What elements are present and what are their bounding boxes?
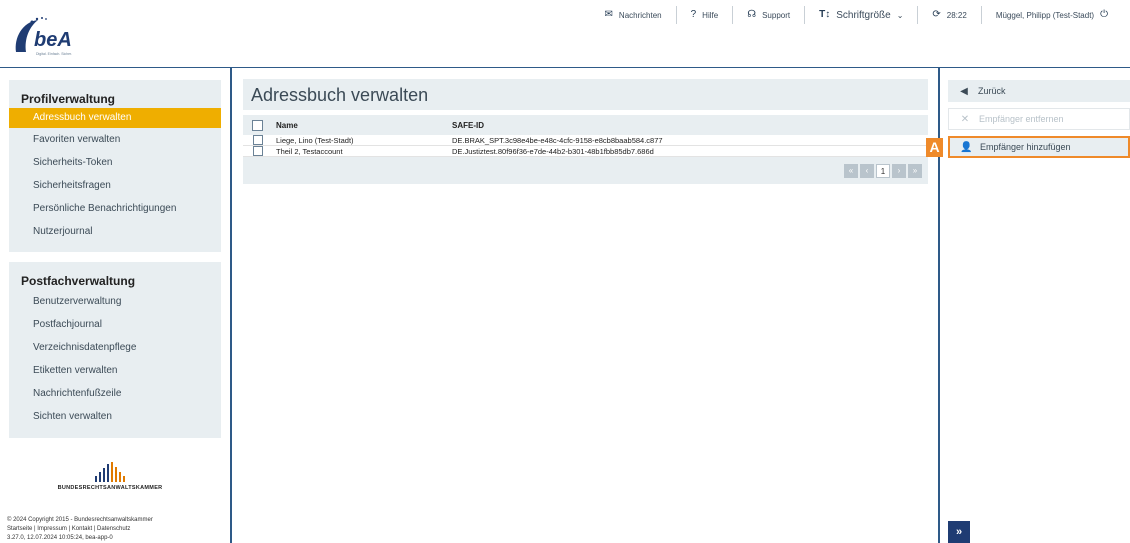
support-link[interactable]: ☊ Support bbox=[733, 6, 804, 24]
current-page[interactable]: 1 bbox=[876, 163, 890, 178]
postbox-panel: Postfachverwaltung Benutzerverwaltung Po… bbox=[9, 262, 221, 438]
headset-icon: ☊ bbox=[747, 9, 757, 20]
annotation-badge: A bbox=[926, 138, 943, 157]
row-name: Theil 2, Testaccount bbox=[276, 146, 343, 156]
row-safe-id: DE.BRAK_SPT.3c98e4be-e48c-4cfc-9158-e8cb… bbox=[452, 135, 663, 145]
sidebar-item-sichten[interactable]: Sichten verwalten bbox=[9, 405, 221, 428]
prev-page-button[interactable]: ‹ bbox=[860, 163, 874, 178]
sidebar-item-sicherheits-token[interactable]: Sicherheits-Token bbox=[9, 151, 221, 174]
copyright-text: © 2024 Copyright 2015 - Bundesrechtsanwa… bbox=[7, 517, 153, 523]
refresh-icon: ⟳ bbox=[932, 9, 941, 20]
expand-panel-button[interactable]: » bbox=[948, 521, 970, 543]
sidebar-item-benachrichtigungen[interactable]: Persönliche Benachrichtigungen bbox=[9, 197, 221, 220]
sidebar-item-verzeichnisdatenpflege[interactable]: Verzeichnisdatenpflege bbox=[9, 336, 221, 359]
arrow-left-circle-icon: ◀ bbox=[960, 85, 968, 97]
row-checkbox[interactable] bbox=[252, 135, 263, 145]
logo-tagline: Digital. Einfach. Sicher. bbox=[36, 52, 72, 56]
column-safe-id[interactable]: SAFE-ID bbox=[452, 121, 928, 130]
profile-panel: Profilverwaltung Adressbuch verwalten Fa… bbox=[9, 80, 221, 252]
select-all-checkbox[interactable] bbox=[252, 119, 263, 131]
sidebar-item-benutzerverwaltung[interactable]: Benutzerverwaltung bbox=[9, 290, 221, 313]
sidebar-item-sicherheitsfragen[interactable]: Sicherheitsfragen bbox=[9, 174, 221, 197]
first-page-button[interactable]: « bbox=[844, 163, 858, 178]
messages-link[interactable]: ✉ Nachrichten bbox=[591, 6, 676, 24]
sidebar-item-nutzerjournal[interactable]: Nutzerjournal bbox=[9, 220, 221, 243]
last-page-button[interactable]: » bbox=[908, 163, 922, 178]
sidebar-item-adressbuch[interactable]: Adressbuch verwalten bbox=[9, 108, 221, 128]
question-circle-icon: ? bbox=[690, 9, 697, 20]
profile-title: Profilverwaltung bbox=[21, 92, 116, 106]
row-safe-id: DE.Justiztest.80f96f36-e7de-44b2-b301-48… bbox=[452, 146, 654, 156]
power-icon[interactable]: ⏻ bbox=[1100, 10, 1108, 20]
messages-label: Nachrichten bbox=[618, 10, 662, 20]
chevron-down-icon: ⌄ bbox=[896, 10, 904, 20]
address-table: Name SAFE-ID Liege, Lino (Test-Stadt) DE… bbox=[243, 115, 928, 184]
row-checkbox[interactable] bbox=[252, 146, 263, 156]
back-label: Zurück bbox=[978, 86, 1006, 96]
remove-recipient-button[interactable]: ✕ Empfänger entfernen bbox=[948, 108, 1130, 130]
user-label: Müggel, Philipp (Test-Stadt) bbox=[995, 10, 1095, 20]
page-title: Adressbuch verwalten bbox=[243, 79, 928, 110]
brak-name: BUNDESRECHTSANWALTSKAMMER bbox=[57, 485, 163, 491]
user-menu[interactable]: Müggel, Philipp (Test-Stadt) ⏻ bbox=[982, 6, 1122, 24]
version-text: 3.27.0, 12.07.2024 10:05:24, bea-app-0 bbox=[7, 535, 113, 541]
add-recipient-button[interactable]: 👤 Empfänger hinzufügen bbox=[948, 136, 1130, 158]
sidebar-item-etiketten[interactable]: Etiketten verwalten bbox=[9, 359, 221, 382]
column-name[interactable]: Name bbox=[272, 121, 452, 130]
brak-logo: BUNDESRECHTSANWALTSKAMMER bbox=[40, 462, 180, 491]
sidebar: Profilverwaltung Adressbuch verwalten Fa… bbox=[0, 68, 232, 543]
font-size-label: Schriftgröße bbox=[836, 9, 891, 21]
help-label: Hilfe bbox=[702, 10, 719, 20]
table-row[interactable]: Liege, Lino (Test-Stadt) DE.BRAK_SPT.3c9… bbox=[243, 135, 928, 146]
brak-bars-icon bbox=[40, 462, 180, 482]
timer-label: 28:22 bbox=[946, 10, 967, 20]
font-size-dropdown[interactable]: T↕ Schriftgröße ⌄ bbox=[805, 6, 917, 24]
back-button[interactable]: ◀ Zurück bbox=[948, 80, 1130, 102]
help-link[interactable]: ? Hilfe bbox=[677, 6, 733, 24]
sidebar-item-postfachjournal[interactable]: Postfachjournal bbox=[9, 313, 221, 336]
footer: © 2024 Copyright 2015 - Bundesrechtsanwa… bbox=[7, 516, 227, 543]
page: beA Digital. Einfach. Sicher. ✉ Nachrich… bbox=[0, 0, 1130, 543]
table-header: Name SAFE-ID bbox=[243, 115, 928, 135]
sidebar-item-favoriten[interactable]: Favoriten verwalten bbox=[9, 128, 221, 151]
bea-logo[interactable]: beA Digital. Einfach. Sicher. bbox=[12, 14, 92, 60]
top-navigation: ✉ Nachrichten ? Hilfe ☊ Support T↕ Schri… bbox=[591, 6, 1122, 24]
next-page-button[interactable]: › bbox=[892, 163, 906, 178]
logo-text: beA bbox=[34, 29, 72, 51]
footer-links[interactable]: Startseite | Impressum | Kontakt | Daten… bbox=[7, 525, 227, 534]
header: beA Digital. Einfach. Sicher. ✉ Nachrich… bbox=[0, 0, 1130, 66]
text-size-icon: T↕ bbox=[819, 9, 831, 20]
row-name: Liege, Lino (Test-Stadt) bbox=[276, 135, 354, 145]
add-label: Empfänger hinzufügen bbox=[980, 142, 1071, 152]
main-content: Adressbuch verwalten Name SAFE-ID Liege,… bbox=[243, 79, 928, 184]
table-row[interactable]: Theil 2, Testaccount DE.Justiztest.80f96… bbox=[243, 146, 928, 157]
envelope-icon: ✉ bbox=[604, 9, 613, 20]
add-user-icon: 👤 bbox=[960, 141, 973, 153]
pagination: « ‹ 1 › » bbox=[243, 157, 928, 184]
remove-label: Empfänger entfernen bbox=[979, 114, 1064, 124]
postbox-title: Postfachverwaltung bbox=[21, 274, 136, 288]
session-timer[interactable]: ⟳ 28:22 bbox=[918, 6, 980, 24]
support-label: Support bbox=[762, 10, 791, 20]
sidebar-item-nachrichtenfusszeile[interactable]: Nachrichtenfußzeile bbox=[9, 382, 221, 405]
close-icon: ✕ bbox=[960, 113, 970, 125]
